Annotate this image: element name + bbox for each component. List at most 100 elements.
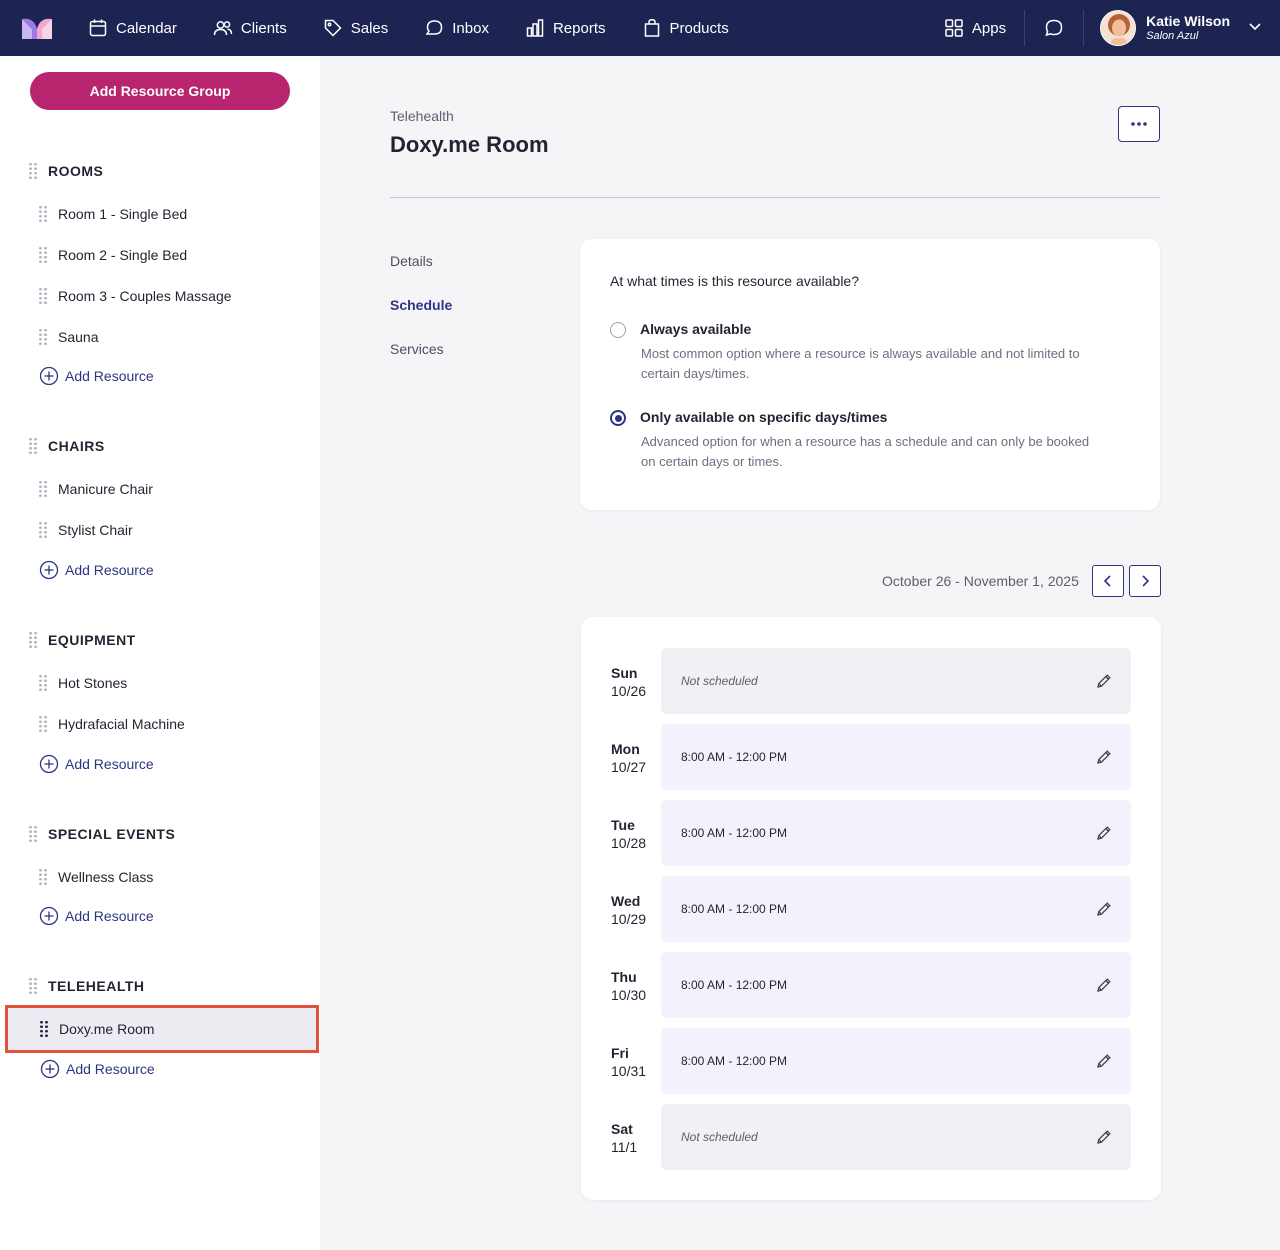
nav-right: Apps Katie Wilson Salon Azul <box>944 0 1280 56</box>
drag-handle-icon[interactable] <box>28 437 38 455</box>
drag-handle-icon[interactable] <box>38 521 48 539</box>
subnav-services[interactable]: Services <box>390 341 444 357</box>
breadcrumb[interactable]: Telehealth <box>390 108 454 124</box>
drag-handle-icon[interactable] <box>28 825 38 843</box>
resource-item[interactable]: Manicure Chair <box>38 478 153 500</box>
plus-circle-icon <box>39 906 59 926</box>
time-slot[interactable]: 8:00 AM - 12:00 PM <box>661 1028 1131 1094</box>
time-slot[interactable]: 8:00 AM - 12:00 PM <box>661 952 1131 1018</box>
nav-clients[interactable]: Clients <box>213 18 287 38</box>
nav-reports[interactable]: Reports <box>525 18 606 38</box>
messages-button[interactable] <box>1025 18 1083 38</box>
add-resource-label: Add Resource <box>65 756 154 772</box>
subnav-details[interactable]: Details <box>390 253 433 269</box>
add-resource-link[interactable]: Add Resource <box>39 559 154 581</box>
day-date: 10/30 <box>611 987 647 1003</box>
resource-item[interactable]: Stylist Chair <box>38 519 133 541</box>
nav-calendar-label: Calendar <box>116 19 177 37</box>
day-name: Thu <box>611 969 637 985</box>
pencil-icon[interactable] <box>1095 976 1113 994</box>
more-horizontal-icon <box>1131 122 1147 126</box>
group-title-text: EQUIPMENT <box>48 632 136 648</box>
message-icon <box>1045 19 1063 37</box>
resource-item[interactable]: Sauna <box>38 326 98 348</box>
day-name: Sun <box>611 665 638 681</box>
user-menu[interactable]: Katie Wilson Salon Azul <box>1084 10 1280 46</box>
chevron-down-icon[interactable] <box>1248 19 1262 38</box>
plus-circle-icon <box>40 1059 60 1079</box>
day-name: Tue <box>611 817 635 833</box>
slot-hours: 8:00 AM - 12:00 PM <box>681 902 788 916</box>
time-slot[interactable]: Not scheduled <box>661 1104 1131 1170</box>
drag-handle-icon[interactable] <box>38 868 48 886</box>
schedule-day-row: Mon 10/27 8:00 AM - 12:00 PM <box>611 724 1131 790</box>
subnav-schedule[interactable]: Schedule <box>390 297 452 313</box>
resource-item[interactable]: Room 3 - Couples Massage <box>38 285 232 307</box>
chevron-right-icon <box>1142 575 1150 587</box>
time-slot[interactable]: 8:00 AM - 12:00 PM <box>661 724 1131 790</box>
apps-button[interactable]: Apps <box>944 18 1024 38</box>
resource-item[interactable]: Room 1 - Single Bed <box>38 203 187 225</box>
drag-handle-icon[interactable] <box>38 205 48 223</box>
date-range: October 26 - November 1, 2025 <box>882 573 1079 589</box>
add-resource-group-button[interactable]: Add Resource Group <box>30 72 290 110</box>
top-navigation: Calendar Clients Sales Inbox Reports Pro… <box>0 0 1280 56</box>
drag-handle-icon[interactable] <box>28 162 38 180</box>
resource-item[interactable]: Wellness Class <box>38 866 153 888</box>
resource-item[interactable]: Room 2 - Single Bed <box>38 244 187 266</box>
resource-item-label: Manicure Chair <box>58 481 153 497</box>
user-name: Katie Wilson <box>1146 13 1230 29</box>
brand-logo-icon[interactable] <box>22 17 52 39</box>
slot-hours: 8:00 AM - 12:00 PM <box>681 826 788 840</box>
resource-item-label: Room 3 - Couples Massage <box>58 288 232 304</box>
add-resource-label: Add Resource <box>65 368 154 384</box>
apps-label: Apps <box>971 19 1007 37</box>
resource-item[interactable]: Hydrafacial Machine <box>38 713 185 735</box>
pencil-icon[interactable] <box>1095 1128 1113 1146</box>
drag-handle-icon[interactable] <box>38 287 48 305</box>
day-label: Thu 10/30 <box>611 968 646 1004</box>
nav-products[interactable]: Products <box>642 18 729 38</box>
resource-sidebar: Add Resource Group ROOMS Room 1 - Single … <box>0 56 320 1250</box>
users-icon <box>213 21 233 36</box>
drag-handle-icon[interactable] <box>39 1020 49 1038</box>
time-slot[interactable]: 8:00 AM - 12:00 PM <box>661 876 1131 942</box>
add-resource-link[interactable]: Add Resource <box>40 1058 155 1080</box>
pencil-icon[interactable] <box>1095 824 1113 842</box>
plus-circle-icon <box>39 560 59 580</box>
pencil-icon[interactable] <box>1095 900 1113 918</box>
pencil-icon[interactable] <box>1095 672 1113 690</box>
drag-handle-icon[interactable] <box>38 480 48 498</box>
drag-handle-icon[interactable] <box>38 246 48 264</box>
pencil-icon[interactable] <box>1095 748 1113 766</box>
user-photo-icon <box>1101 11 1136 45</box>
time-slot[interactable]: 8:00 AM - 12:00 PM <box>661 800 1131 866</box>
drag-handle-icon[interactable] <box>38 328 48 346</box>
option-description: Most common option where a resource is a… <box>641 346 1080 381</box>
drag-handle-icon[interactable] <box>38 715 48 733</box>
radio-specific-times[interactable] <box>610 410 626 426</box>
add-resource-link[interactable]: Add Resource <box>39 753 154 775</box>
user-organization: Salon Azul <box>1146 30 1199 42</box>
previous-week-button[interactable] <box>1092 565 1124 597</box>
pencil-icon[interactable] <box>1095 1052 1113 1070</box>
radio-always-available[interactable] <box>610 322 626 338</box>
time-slot[interactable]: Not scheduled <box>661 648 1131 714</box>
drag-handle-icon[interactable] <box>28 977 38 995</box>
nav-inbox[interactable]: Inbox <box>424 18 489 38</box>
nav-sales[interactable]: Sales <box>323 18 388 38</box>
slot-hours: 8:00 AM - 12:00 PM <box>681 750 788 764</box>
slot-hours: Not scheduled <box>681 674 758 688</box>
next-week-button[interactable] <box>1129 565 1161 597</box>
resource-item[interactable]: Doxy.me Room <box>5 1005 319 1053</box>
nav-calendar[interactable]: Calendar <box>88 18 177 38</box>
nav-products-label: Products <box>669 19 729 37</box>
resource-item[interactable]: Hot Stones <box>38 672 127 694</box>
drag-handle-icon[interactable] <box>28 631 38 649</box>
day-label: Mon 10/27 <box>611 740 646 776</box>
day-label: Sat 11/1 <box>611 1120 637 1156</box>
add-resource-link[interactable]: Add Resource <box>39 365 154 387</box>
drag-handle-icon[interactable] <box>38 674 48 692</box>
add-resource-link[interactable]: Add Resource <box>39 905 154 927</box>
more-options-button[interactable] <box>1118 106 1160 142</box>
